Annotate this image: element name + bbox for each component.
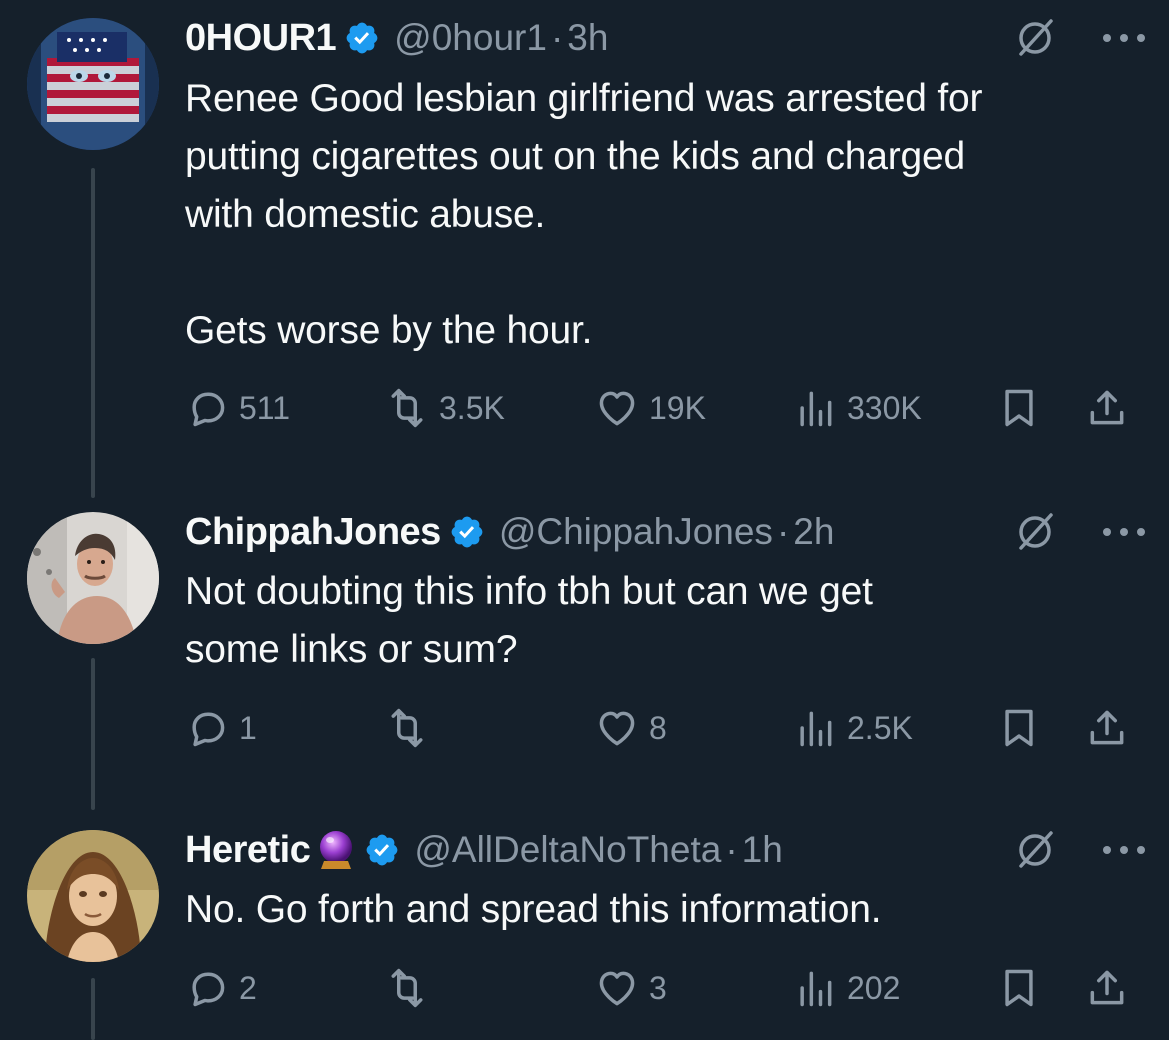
verified-badge-icon	[346, 22, 378, 54]
tweet-item[interactable]: Heretic @AllDeltaNoTheta · 1h No. Go for…	[0, 810, 1169, 1040]
separator-dot: ·	[550, 17, 564, 58]
display-name[interactable]: Heretic	[185, 829, 311, 872]
like-button[interactable]: 8	[595, 702, 667, 754]
share-button[interactable]	[1085, 702, 1129, 754]
timestamp[interactable]: 3h	[567, 17, 608, 59]
views-icon	[800, 971, 832, 1007]
verified-badge-icon	[451, 516, 483, 548]
like-count: 8	[649, 709, 667, 746]
like-button[interactable]: 3	[595, 962, 667, 1014]
reply-button[interactable]: 511	[185, 382, 290, 434]
like-button[interactable]: 19K	[595, 382, 706, 434]
more-options-icon[interactable]	[1099, 842, 1149, 858]
separator-dot: ·	[776, 511, 790, 552]
heart-icon	[599, 711, 635, 746]
more-options-icon[interactable]	[1099, 524, 1149, 540]
retweet-icon	[391, 388, 423, 428]
more-options-icon[interactable]	[1099, 30, 1149, 46]
bookmark-icon	[1005, 389, 1033, 427]
tweet-header: Heretic @AllDeltaNoTheta · 1h	[185, 828, 1149, 872]
reply-count: 1	[239, 709, 257, 746]
retweet-button[interactable]	[385, 962, 439, 1014]
share-button[interactable]	[1085, 962, 1129, 1014]
thread-line	[91, 168, 95, 498]
bookmark-button[interactable]	[997, 962, 1041, 1014]
avatar[interactable]	[27, 830, 159, 962]
retweet-count: 3.5K	[439, 389, 505, 426]
retweet-icon	[391, 968, 423, 1008]
avatar[interactable]	[27, 18, 159, 150]
like-count: 19K	[649, 389, 706, 426]
reply-icon	[192, 392, 225, 427]
tweet-item[interactable]: ChippahJones @ChippahJones · 2h Not doub…	[0, 500, 1169, 810]
views-icon	[800, 391, 832, 427]
reply-button[interactable]: 1	[185, 702, 257, 754]
tweet-text: Renee Good lesbian girlfriend was arrest…	[185, 77, 983, 352]
bookmark-button[interactable]	[997, 382, 1041, 434]
tweet-text: No. Go forth and spread this information…	[185, 888, 882, 931]
reply-icon	[192, 712, 225, 747]
share-icon	[1090, 970, 1124, 1005]
action-bar: 511 3.5K 19K 330K	[185, 382, 1139, 434]
tweet-header: ChippahJones @ChippahJones · 2h	[185, 510, 1149, 554]
separator-dot: ·	[725, 829, 738, 870]
reply-icon	[192, 972, 225, 1007]
share-icon	[1090, 390, 1124, 425]
tweet-header: 0HOUR1 @0hour1 · 3h	[185, 16, 1149, 60]
views-count: 330K	[847, 389, 922, 426]
heart-icon	[599, 971, 635, 1006]
bookmark-icon	[1005, 709, 1033, 747]
views-count: 2.5K	[847, 709, 913, 746]
like-count: 3	[649, 969, 667, 1006]
retweet-icon	[391, 708, 423, 748]
bookmark-icon	[1005, 969, 1033, 1007]
timestamp[interactable]: 1h	[742, 829, 783, 871]
display-name[interactable]: ChippahJones	[185, 511, 441, 554]
views-count: 202	[847, 969, 901, 1006]
action-bar: 2 3 202	[185, 962, 1139, 1014]
views-button[interactable]: 2.5K	[793, 702, 913, 754]
grok-icon[interactable]	[1013, 828, 1057, 872]
reply-count: 511	[239, 389, 291, 426]
timestamp[interactable]: 2h	[793, 511, 834, 553]
user-handle[interactable]: @AllDeltaNoTheta	[414, 829, 721, 871]
user-handle[interactable]: @ChippahJones	[499, 511, 773, 553]
bookmark-button[interactable]	[997, 702, 1041, 754]
share-icon	[1090, 710, 1124, 745]
tweet-text: Not doubting this info tbh but can we ge…	[185, 570, 873, 671]
thread-line	[91, 978, 95, 1040]
share-button[interactable]	[1085, 382, 1129, 434]
verified-badge-icon	[366, 834, 398, 866]
retweet-button[interactable]: 3.5K	[385, 382, 505, 434]
views-icon	[800, 711, 832, 747]
reply-button[interactable]: 2	[185, 962, 257, 1014]
action-bar: 1 8 2.5K	[185, 702, 1139, 754]
heart-icon	[599, 391, 635, 426]
user-handle[interactable]: @0hour1	[394, 17, 547, 59]
reply-count: 2	[239, 969, 257, 1006]
grok-icon[interactable]	[1013, 510, 1057, 554]
crystal-ball-icon	[320, 831, 353, 869]
tweet-item[interactable]: 0HOUR1 @0hour1 · 3h Renee Good lesbian g…	[0, 0, 1169, 500]
display-name[interactable]: 0HOUR1	[185, 17, 337, 60]
grok-icon[interactable]	[1013, 16, 1057, 60]
views-button[interactable]: 202	[793, 962, 900, 1014]
retweet-button[interactable]	[385, 702, 439, 754]
thread-line	[91, 658, 95, 810]
views-button[interactable]: 330K	[793, 382, 922, 434]
avatar[interactable]	[27, 512, 159, 644]
